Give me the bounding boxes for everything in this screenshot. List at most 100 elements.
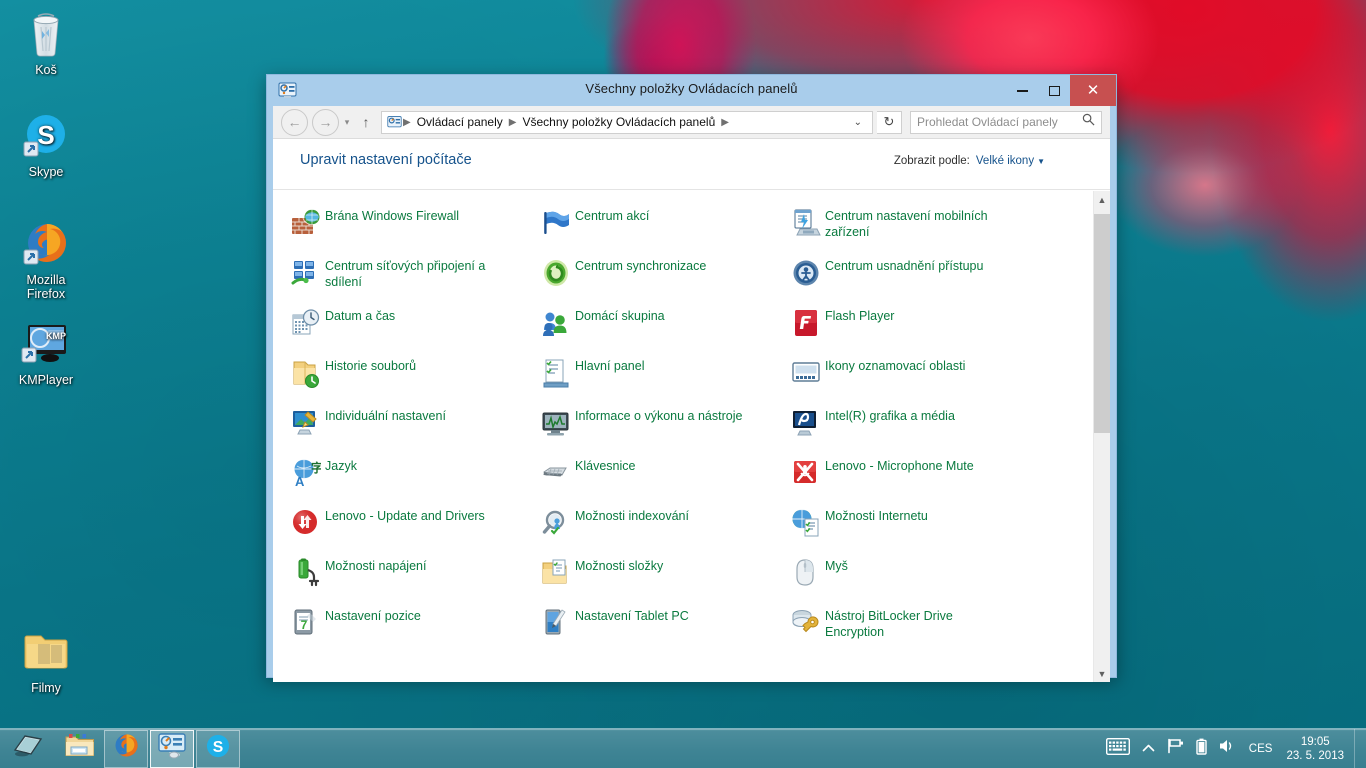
firefox-icon [112, 732, 140, 765]
taskbar-file-explorer[interactable] [58, 730, 102, 768]
cp-item-tablet-pc[interactable]: Nastavení Tablet PC [537, 607, 787, 657]
window-content: Upravit nastavení počítače Zobrazit podl… [273, 139, 1110, 682]
on-screen-keyboard-button[interactable] [1100, 729, 1136, 768]
volume-button[interactable] [1213, 729, 1241, 768]
taskbar-skype[interactable]: S [196, 730, 240, 768]
cp-item-power-options[interactable]: Možnosti napájení [287, 557, 537, 607]
breadcrumb-separator-icon: ▶ [720, 117, 730, 128]
minimize-button[interactable] [1006, 75, 1038, 106]
show-hidden-icons-button[interactable] [1136, 729, 1161, 768]
network-button[interactable] [1161, 729, 1190, 768]
cp-item-lenovo-update[interactable]: Lenovo - Update and Drivers [287, 507, 537, 557]
language-indicator[interactable]: CES [1241, 743, 1281, 755]
cp-item-ease-of-access[interactable]: Centrum usnadnění přístupu [787, 257, 1093, 307]
cp-item-keyboard[interactable]: Klávesnice [537, 457, 787, 507]
cp-item-firewall[interactable]: Brána Windows Firewall [287, 207, 537, 257]
cp-item-taskbar[interactable]: Hlavní panel [537, 357, 787, 407]
maximize-button[interactable] [1038, 75, 1070, 106]
vertical-scrollbar[interactable]: ▲ ▼ [1093, 191, 1110, 682]
taskbar-show-desktop-peek[interactable] [0, 730, 56, 768]
back-button[interactable]: ← [281, 109, 308, 136]
cp-item-flash-player[interactable]: Flash Player [787, 307, 1093, 357]
cp-item-label: Možnosti Internetu [825, 507, 928, 524]
breadcrumb-separator-icon: ▶ [402, 117, 412, 128]
refresh-button[interactable]: ↻ [877, 111, 902, 134]
desktop-icon-label: Filmy [31, 681, 61, 695]
view-by-value[interactable]: Velké ikony [976, 155, 1034, 167]
cp-item-homegroup[interactable]: Domácí skupina [537, 307, 787, 357]
window-titlebar[interactable]: Všechny položky Ovládacích panelů ✕ [267, 75, 1116, 106]
cp-item-sync-center[interactable]: Centrum synchronizace [537, 257, 787, 307]
cp-item-performance[interactable]: Informace o výkonu a nástroje [537, 407, 787, 457]
address-dropdown-icon[interactable]: ⌄ [846, 117, 870, 128]
breadcrumb-item-control-panel[interactable]: Ovládací panely [412, 114, 508, 130]
cp-item-folder-options[interactable]: Možnosti složky [537, 557, 787, 607]
taskbar: S [0, 728, 1366, 768]
cp-item-intel-graphics[interactable]: Intel(R) grafika a média [787, 407, 1093, 457]
close-icon: ✕ [1087, 83, 1100, 98]
cp-item-notification-icons[interactable]: Ikony oznamovací oblasti [787, 357, 1093, 407]
cp-item-mobility-center[interactable]: Centrum nastavení mobilních zařízení [787, 207, 1093, 257]
cp-item-microphone-mute[interactable]: Lenovo - Microphone Mute [787, 457, 1093, 507]
file-history-icon [287, 357, 325, 391]
tablet-pc-icon [537, 607, 575, 641]
date-time-icon [287, 307, 325, 341]
scrollbar-thumb[interactable] [1094, 214, 1110, 433]
lenovo-update-icon [287, 507, 325, 541]
cp-item-bitlocker[interactable]: Nástroj BitLocker Drive Encryption [787, 607, 1093, 657]
chevron-down-icon[interactable]: ▼ [1037, 157, 1045, 166]
cp-item-personalization[interactable]: Individuální nastavení [287, 407, 537, 457]
desktop-icon-recycle-bin[interactable]: Koš [0, 10, 92, 77]
cp-item-language[interactable]: 字 A Jazyk [287, 457, 537, 507]
page-title: Upravit nastavení počítače [300, 152, 472, 168]
desktop-icon-firefox[interactable]: Mozilla Firefox [0, 220, 92, 301]
taskbar-control-panel[interactable] [150, 730, 194, 768]
address-bar[interactable]: ▶ Ovládací panely ▶ Všechny položky Ovlá… [381, 111, 873, 134]
view-by-label: Zobrazit podle: [894, 155, 970, 167]
back-arrow-icon: ← [288, 115, 302, 129]
recent-locations-button[interactable]: ▾ [339, 117, 355, 128]
cp-item-label: Hlavní panel [575, 357, 645, 374]
desktop-icon-skype[interactable]: S Skype [0, 112, 92, 179]
up-button[interactable]: ↑ [355, 114, 377, 130]
cp-item-label: Brána Windows Firewall [325, 207, 459, 224]
clock-date: 23. 5. 2013 [1286, 749, 1344, 763]
close-button[interactable]: ✕ [1070, 75, 1116, 106]
mobility-center-icon [787, 207, 825, 241]
cp-item-mouse[interactable]: Myš [787, 557, 1093, 607]
taskbar-firefox[interactable] [104, 730, 148, 768]
cp-item-label: Historie souborů [325, 357, 416, 374]
cp-item-indexing-options[interactable]: Možnosti indexování [537, 507, 787, 557]
scroll-up-button[interactable]: ▲ [1094, 191, 1110, 208]
battery-button[interactable] [1190, 729, 1213, 768]
breadcrumb-item-all-items[interactable]: Všechny položky Ovládacích panelů [517, 114, 720, 130]
desktop-icon-filmy[interactable]: Filmy [0, 628, 92, 695]
power-options-icon [287, 557, 325, 591]
desktop-icon-label: KMPlayer [19, 373, 73, 387]
firewall-icon [287, 207, 325, 241]
volume-icon [1219, 738, 1235, 759]
control-panel-items-grid: Brána Windows Firewall Centrum akcí [273, 191, 1093, 657]
network-flag-icon [1167, 738, 1184, 759]
clock[interactable]: 19:05 23. 5. 2013 [1280, 735, 1354, 763]
location-settings-icon: 7 [287, 607, 325, 641]
forward-button[interactable]: → [312, 109, 339, 136]
svg-text:A: A [295, 474, 305, 488]
cp-item-date-time[interactable]: Datum a čas [287, 307, 537, 357]
cp-item-action-center[interactable]: Centrum akcí [537, 207, 787, 257]
search-box[interactable] [910, 111, 1102, 134]
cp-item-network-sharing[interactable]: Centrum síťových připojení a sdílení [287, 257, 537, 307]
show-desktop-button[interactable] [1354, 729, 1362, 768]
show-hidden-icons-icon [1142, 740, 1155, 758]
navigation-toolbar: ← → ▾ ↑ ▶ Ovládací panely ▶ Všechny polo… [273, 106, 1110, 139]
desktop-icon-kmplayer[interactable]: KMP KMPlayer [0, 320, 92, 387]
svg-text:7: 7 [301, 618, 308, 632]
cp-item-internet-options[interactable]: Možnosti Internetu [787, 507, 1093, 557]
cp-item-file-history[interactable]: Historie souborů [287, 357, 537, 407]
scroll-down-button[interactable]: ▼ [1094, 665, 1110, 682]
desktop-icon-label-2: Firefox [27, 287, 65, 301]
search-input[interactable] [917, 115, 1082, 129]
recycle-bin-icon [0, 10, 92, 60]
address-bar-icon [384, 115, 402, 130]
cp-item-location-settings[interactable]: 7 Nastavení pozice [287, 607, 537, 657]
